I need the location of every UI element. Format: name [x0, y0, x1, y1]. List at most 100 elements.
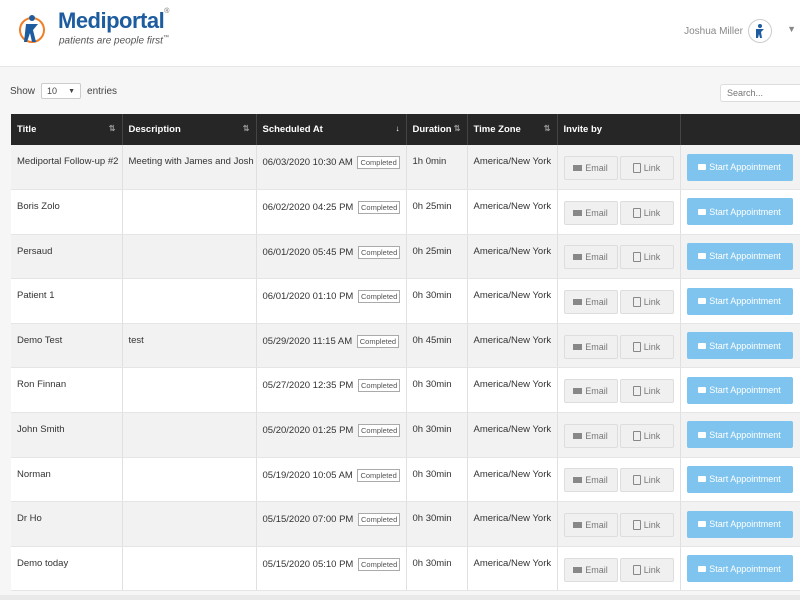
- appointment-description: [122, 457, 257, 503]
- start-appointment-button[interactable]: Start Appointment: [686, 421, 793, 449]
- appointments-panel: Show 10 ▼ entries Title⇅ Description⇅ Sc…: [0, 67, 800, 600]
- appointment-duration: 0h 30min: [406, 412, 468, 458]
- column-title[interactable]: Title ⇅: [11, 114, 123, 145]
- status-badge: Completed: [358, 513, 401, 527]
- start-appointment-button[interactable]: Start Appointment: [686, 555, 793, 583]
- envelope-icon: [573, 209, 583, 216]
- scheduled-time: 05/15/2020 07:00 PM: [262, 514, 354, 526]
- link-invite-button[interactable]: Link: [619, 468, 674, 493]
- link-invite-button[interactable]: Link: [619, 423, 674, 448]
- appointment-scheduled: 05/29/2020 11:15 AM Completed: [256, 323, 407, 369]
- email-invite-button[interactable]: Email: [563, 379, 618, 404]
- actions-cell: Start Appointment: [680, 367, 800, 414]
- email-label: Email: [585, 163, 608, 174]
- status-badge: Completed: [358, 557, 401, 571]
- user-menu[interactable]: Joshua Miller: [684, 19, 772, 43]
- start-appointment-button[interactable]: Start Appointment: [686, 153, 793, 181]
- start-appointment-button[interactable]: Start Appointment: [686, 465, 793, 493]
- sort-desc-icon: ↓: [395, 124, 400, 133]
- scheduled-time: 05/20/2020 01:25 PM: [262, 425, 354, 437]
- link-invite-button[interactable]: Link: [619, 334, 674, 359]
- link-invite-button[interactable]: Link: [619, 200, 674, 225]
- start-label: Start Appointment: [709, 251, 781, 262]
- search-input[interactable]: [720, 84, 800, 102]
- link-invite-button[interactable]: Link: [619, 245, 674, 270]
- copy-link-icon: [632, 475, 641, 486]
- brand-name: Mediportal®: [58, 8, 169, 33]
- chevron-down-icon[interactable]: ▼: [787, 24, 796, 34]
- link-invite-button[interactable]: Link: [619, 513, 674, 538]
- link-label: Link: [643, 207, 661, 218]
- scheduled-time: 06/01/2020 05:45 PM: [262, 246, 354, 258]
- appointment-title: Norman: [11, 457, 123, 503]
- email-invite-button[interactable]: Email: [563, 423, 618, 448]
- start-label: Start Appointment: [709, 519, 781, 530]
- invite-by-cell: Email Link: [557, 278, 681, 324]
- column-scheduled-at[interactable]: Scheduled At ↓: [256, 114, 407, 145]
- appointment-duration: 0h 45min: [406, 323, 468, 369]
- appointment-description: [122, 234, 257, 280]
- link-invite-button[interactable]: Link: [619, 557, 674, 582]
- avatar[interactable]: [748, 19, 772, 43]
- table-row: Mediportal Follow-up #2 Meeting with Jam…: [11, 145, 800, 191]
- link-invite-button[interactable]: Link: [619, 379, 674, 404]
- copy-link-icon: [632, 252, 641, 263]
- appointment-description: [122, 412, 257, 458]
- appointment-description: [122, 189, 257, 235]
- email-invite-button[interactable]: Email: [563, 290, 618, 315]
- email-invite-button[interactable]: Email: [563, 156, 618, 181]
- email-invite-button[interactable]: Email: [563, 557, 618, 582]
- column-description[interactable]: Description ⇅: [122, 114, 257, 145]
- status-badge: Completed: [358, 290, 401, 304]
- status-badge: Completed: [357, 468, 400, 482]
- email-label: Email: [585, 297, 608, 308]
- start-appointment-button[interactable]: Start Appointment: [686, 510, 793, 538]
- link-label: Link: [643, 564, 661, 575]
- envelope-icon: [573, 388, 583, 395]
- status-badge: Completed: [356, 334, 400, 348]
- top-header: Mediportal® patients are people first™ J…: [0, 0, 800, 67]
- appointment-title: Patient 1: [11, 278, 123, 324]
- scheduled-time: 05/15/2020 05:10 PM: [262, 558, 354, 570]
- email-invite-button[interactable]: Email: [563, 245, 618, 270]
- email-invite-button[interactable]: Email: [563, 513, 618, 538]
- start-appointment-button[interactable]: Start Appointment: [686, 198, 793, 226]
- column-time-zone[interactable]: Time Zone ⇅: [467, 114, 558, 145]
- email-invite-button[interactable]: Email: [563, 468, 618, 493]
- start-appointment-button[interactable]: Start Appointment: [686, 376, 793, 404]
- email-label: Email: [585, 341, 608, 352]
- appointment-scheduled: 05/15/2020 05:10 PM Completed: [256, 546, 407, 592]
- start-appointment-button[interactable]: Start Appointment: [686, 287, 793, 315]
- appointment-scheduled: 05/19/2020 10:05 AM Completed: [256, 457, 407, 503]
- email-invite-button[interactable]: Email: [563, 334, 618, 359]
- appointment-timezone: America/New York: [467, 278, 558, 324]
- video-camera-icon: [698, 387, 707, 394]
- copy-link-icon: [632, 207, 641, 218]
- start-label: Start Appointment: [709, 385, 781, 396]
- table-row: Ron Finnan 05/27/2020 12:35 PM Completed…: [11, 367, 800, 414]
- video-camera-icon: [698, 164, 707, 171]
- appointment-duration: 0h 30min: [406, 278, 468, 324]
- link-label: Link: [643, 520, 661, 531]
- link-label: Link: [643, 386, 661, 397]
- invite-by-cell: Email Link: [557, 145, 681, 191]
- email-invite-button[interactable]: Email: [563, 200, 618, 225]
- start-label: Start Appointment: [709, 206, 781, 217]
- chevron-down-icon: ▼: [68, 87, 76, 95]
- appointment-description: test: [122, 323, 257, 369]
- column-duration[interactable]: Duration ⇅: [406, 114, 468, 145]
- link-invite-button[interactable]: Link: [619, 290, 674, 315]
- start-appointment-button[interactable]: Start Appointment: [686, 242, 793, 270]
- link-invite-button[interactable]: Link: [619, 156, 674, 181]
- link-label: Link: [643, 430, 661, 441]
- entries-select[interactable]: 10 ▼: [41, 83, 82, 99]
- appointment-timezone: America/New York: [467, 546, 558, 592]
- start-appointment-button[interactable]: Start Appointment: [686, 332, 793, 360]
- appointment-title: Boris Zolo: [11, 189, 123, 235]
- envelope-icon: [573, 165, 583, 172]
- copy-link-icon: [632, 386, 641, 397]
- copy-link-icon: [632, 564, 641, 575]
- appointment-description: [122, 278, 257, 324]
- envelope-icon: [573, 566, 583, 573]
- status-badge: Completed: [358, 201, 401, 215]
